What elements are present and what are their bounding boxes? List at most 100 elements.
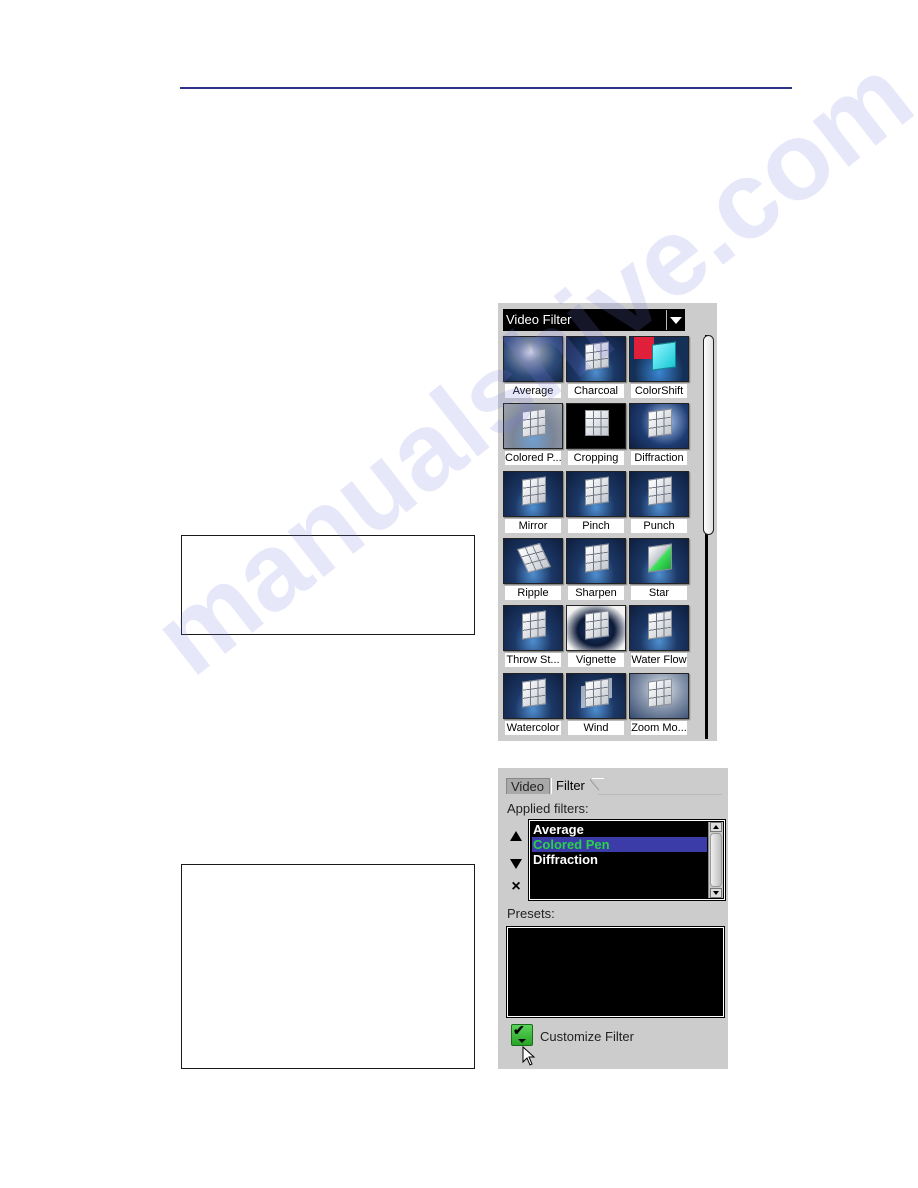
filter-label: Charcoal (568, 384, 624, 398)
applied-filters-list[interactable]: Average Colored Pen Diffraction (528, 819, 726, 901)
filter-label: Pinch (568, 518, 624, 533)
list-item[interactable]: Average (532, 822, 707, 837)
cube-preview-icon (652, 341, 676, 371)
filter-thumbnail-average[interactable]: Average (503, 336, 563, 400)
filter-label: Star (631, 585, 687, 600)
filter-thumbnail-punch[interactable]: Punch (629, 470, 689, 535)
cube-preview-icon (648, 408, 672, 438)
filter-preview-image (629, 537, 689, 584)
move-down-button[interactable] (508, 856, 524, 872)
filter-preview-image (503, 336, 563, 382)
filter-thumbnail-charcoal[interactable]: Charcoal (566, 336, 626, 400)
filter-thumbnail-pinch[interactable]: Pinch (566, 470, 626, 535)
filter-thumbnail-watercolor[interactable]: Watercolor (503, 672, 563, 737)
filter-label: Colored P... (505, 451, 561, 466)
filter-label: Watercolor (505, 720, 561, 735)
filter-label: Zoom Mo... (631, 720, 687, 735)
filter-preview-image (566, 403, 626, 450)
scroll-down-button[interactable] (710, 888, 722, 898)
filter-preview-image (503, 537, 563, 584)
presets-label: Presets: (507, 906, 555, 921)
customize-filter-button[interactable]: ✔ (511, 1022, 533, 1046)
list-scrollbar[interactable] (708, 822, 723, 898)
cube-preview-icon (585, 677, 609, 708)
note-box (181, 535, 475, 635)
filter-label: Throw St... (505, 653, 561, 668)
cube-preview-icon (648, 610, 672, 640)
cube-preview-icon (648, 475, 672, 506)
filter-preview-image (566, 537, 626, 584)
cube-preview-icon (585, 610, 609, 640)
remove-filter-button[interactable]: × (508, 879, 524, 895)
filter-preview-image (566, 672, 626, 719)
customize-filter-label: Customize Filter (540, 1029, 634, 1044)
list-item[interactable]: Colored Pen (532, 837, 707, 852)
filter-label: Vignette (568, 653, 624, 668)
filter-label: Ripple (505, 585, 561, 600)
filter-label: Mirror (505, 518, 561, 533)
cube-preview-icon (516, 542, 552, 573)
filter-thumbnail-zoommotion[interactable]: Zoom Mo... (629, 672, 689, 737)
filter-thumbnail-sharpen[interactable]: Sharpen (566, 537, 626, 602)
filter-thumbnail-vignette[interactable]: Vignette (566, 605, 626, 669)
filter-label: Cropping (568, 451, 624, 466)
filter-preview-image (503, 605, 563, 652)
filter-preview-image (566, 470, 626, 517)
filter-preview-image (629, 336, 689, 382)
filter-thumbnail-colorshift[interactable]: ColorShift (629, 336, 689, 400)
applied-filters-label: Applied filters: (507, 801, 589, 816)
filter-preview-image (629, 470, 689, 517)
chevron-down-icon[interactable] (666, 310, 684, 330)
cube-preview-icon (522, 610, 546, 640)
filter-label: Average (505, 384, 561, 398)
cube-preview-icon (648, 677, 672, 708)
filter-preview-image (503, 403, 563, 450)
checkmark-icon: ✔ (513, 1022, 525, 1038)
cube-preview-icon (522, 408, 546, 438)
header-rule (180, 87, 792, 89)
cube-preview-icon (585, 543, 609, 573)
caret-down-icon (518, 1039, 526, 1043)
filter-preview-image (629, 672, 689, 719)
cube-preview-icon (522, 475, 546, 506)
filter-thumbnail-coloredpen[interactable]: Colored P... (503, 403, 563, 467)
filter-library-panel: Video Filter Average Charcoal ColorShift Co… (498, 303, 717, 741)
filter-label: Water Flow (631, 653, 687, 668)
filter-label: Diffraction (631, 451, 687, 466)
filter-thumbnail-waterflow[interactable]: Water Flow (629, 605, 689, 669)
cube-preview-icon (585, 341, 609, 371)
filter-thumbnail-cropping[interactable]: Cropping (566, 403, 626, 467)
filter-preview-image (629, 605, 689, 652)
tab-edge (592, 778, 604, 795)
filter-preview-image (566, 605, 626, 652)
scroll-up-button[interactable] (710, 822, 722, 832)
filter-label: Wind (568, 720, 624, 735)
filter-thumbnail-diffraction[interactable]: Diffraction (629, 403, 689, 467)
filter-preview-image (503, 672, 563, 719)
note-box (181, 864, 475, 1069)
cube-preview-icon (522, 677, 546, 708)
filter-thumbnail-wind[interactable]: Wind (566, 672, 626, 737)
filter-thumbnail-mirror[interactable]: Mirror (503, 470, 563, 535)
filter-label: Punch (631, 518, 687, 533)
filter-preview-image (566, 336, 626, 382)
cube-preview-icon (648, 543, 672, 573)
category-dropdown-value: Video Filter (506, 312, 572, 327)
move-up-button[interactable] (508, 828, 524, 844)
tab-filter[interactable]: Filter (551, 778, 595, 794)
filter-thumbnail-throwstone[interactable]: Throw St... (503, 605, 563, 669)
filter-thumbnail-ripple[interactable]: Ripple (503, 537, 563, 602)
filter-preview-image (629, 403, 689, 450)
cube-preview-icon (585, 410, 609, 437)
scrollbar-thumb[interactable] (703, 335, 714, 535)
mouse-pointer-icon (522, 1046, 536, 1066)
close-icon: × (511, 878, 521, 895)
presets-list[interactable] (506, 926, 725, 1018)
scrollbar-thumb[interactable] (710, 833, 722, 887)
list-item[interactable]: Diffraction (532, 852, 707, 867)
category-dropdown[interactable]: Video Filter (503, 309, 685, 331)
tab-video[interactable]: Video (506, 778, 550, 794)
filter-preview-image (503, 470, 563, 517)
tab-divider (598, 794, 722, 795)
filter-thumbnail-star[interactable]: Star (629, 537, 689, 602)
